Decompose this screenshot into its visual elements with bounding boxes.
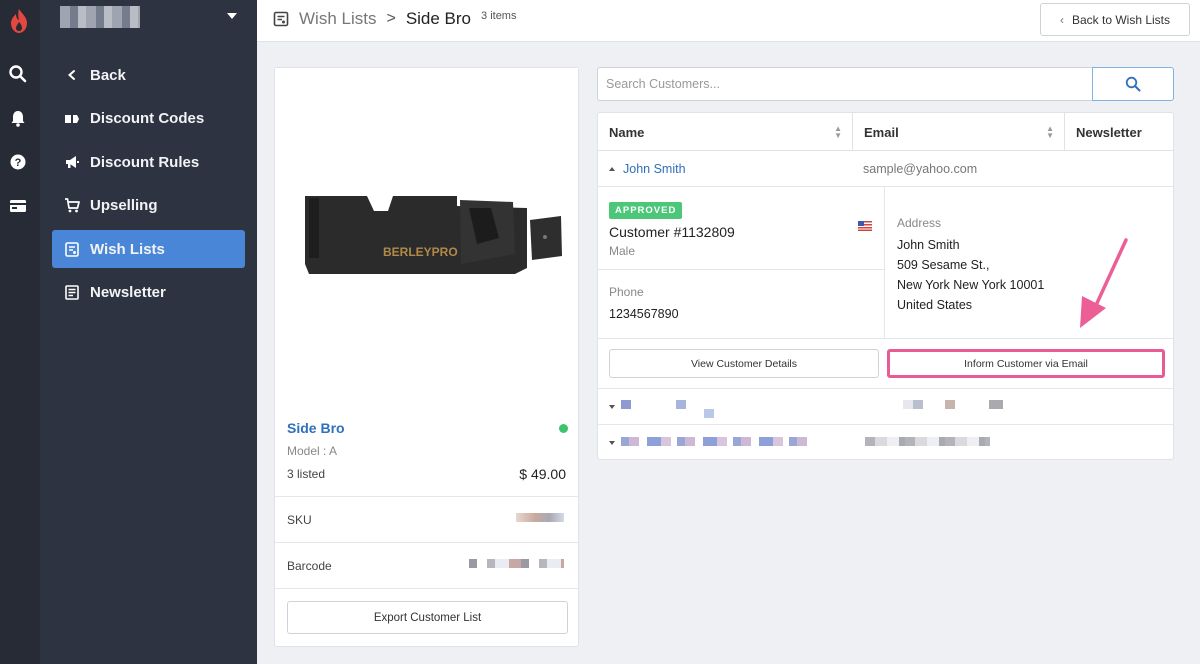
store-name-redacted <box>60 6 140 28</box>
address-line: New York New York 10001 <box>897 278 1045 292</box>
divider <box>275 542 578 543</box>
register-icon[interactable] <box>8 196 28 216</box>
page-title: Side Bro <box>405 9 472 28</box>
sidebar-item-label: Back <box>90 66 126 84</box>
view-customer-details-button[interactable]: View Customer Details <box>609 349 879 378</box>
sku-label: SKU <box>287 513 312 527</box>
svg-text:?: ? <box>15 157 22 169</box>
item-count: 3 items <box>481 10 517 22</box>
customer-search <box>597 67 1174 101</box>
product-card: BERLEYPRO Side Bro Model : A 3 listed $ … <box>274 67 579 647</box>
export-customer-list-button[interactable]: Export Customer List <box>287 601 568 634</box>
customer-name[interactable]: John Smith <box>623 162 686 176</box>
divider <box>598 269 885 270</box>
megaphone-icon <box>64 154 80 170</box>
breadcrumb-separator: > <box>386 10 396 27</box>
product-price: $ 49.00 <box>519 466 566 482</box>
cart-icon <box>64 198 80 214</box>
product-model: Model : A <box>287 444 338 458</box>
inform-customer-via-email-button[interactable]: Inform Customer via Email <box>887 349 1165 378</box>
sidebar-item-upselling[interactable]: Upselling <box>52 187 245 225</box>
redacted-text <box>865 437 990 446</box>
sidebar-item-newsletter[interactable]: Newsletter <box>52 274 245 312</box>
column-header-name[interactable]: Name ▲ ▼ <box>598 113 852 151</box>
sort-icon: ▲ ▼ <box>834 124 842 140</box>
redacted-text <box>621 400 631 409</box>
caret-down-icon <box>227 13 237 19</box>
breadcrumb: Wish Lists > Side Bro 3 items <box>273 9 516 29</box>
sidebar: Back Discount Codes Discount Rules Upsel… <box>40 0 257 664</box>
divider <box>275 496 578 497</box>
customer-gender: Male <box>609 244 636 258</box>
sidebar-nav: Back Discount Codes Discount Rules Upsel… <box>52 56 245 317</box>
table-row[interactable] <box>598 426 1173 461</box>
store-switcher[interactable] <box>40 0 257 42</box>
search-icon <box>1125 76 1141 92</box>
address-line: 509 Sesame St., <box>897 258 990 272</box>
sort-icon: ▲ ▼ <box>1046 124 1054 140</box>
phone-label: Phone <box>609 285 644 299</box>
product-name[interactable]: Side Bro <box>287 420 345 436</box>
address-line: United States <box>897 298 973 312</box>
table-row[interactable] <box>598 390 1173 425</box>
back-to-wish-lists-label: Back to Wish Lists <box>1071 12 1171 27</box>
customer-id: Customer #1132809 <box>609 224 735 240</box>
barcode-label: Barcode <box>287 559 332 573</box>
back-to-wish-lists-button[interactable]: ‹ Back to Wish Lists <box>1040 3 1190 36</box>
sidebar-item-label: Newsletter <box>90 284 166 301</box>
sidebar-item-discount-rules[interactable]: Discount Rules <box>52 143 245 181</box>
sidebar-item-label: Wish Lists <box>90 240 165 258</box>
sidebar-item-back[interactable]: Back <box>52 56 245 94</box>
sidebar-item-label: Discount Codes <box>90 110 205 127</box>
chevron-left-icon <box>64 67 80 83</box>
wishlist-icon <box>64 241 80 257</box>
phone-value: 1234567890 <box>609 307 679 321</box>
newsletter-icon <box>64 285 80 301</box>
chevron-left-icon: ‹ <box>1059 12 1064 27</box>
customer-info: APPROVED Customer #1132809 Male Phone 12… <box>598 187 885 338</box>
redacted-text <box>676 400 686 409</box>
stock-status-dot <box>559 424 568 433</box>
divider <box>275 588 578 589</box>
sku-value-redacted <box>516 513 564 522</box>
sidebar-item-label: Discount Rules <box>90 153 200 171</box>
caret-up-icon[interactable] <box>609 167 615 171</box>
svg-text:BERLEYPRO: BERLEYPRO <box>383 245 458 259</box>
search-input[interactable] <box>597 67 1093 101</box>
bell-icon[interactable] <box>8 108 28 128</box>
app-rail: ? <box>0 0 40 664</box>
status-badge: APPROVED <box>609 202 683 219</box>
sidebar-item-discount-codes[interactable]: Discount Codes <box>52 100 245 138</box>
product-listed-count: 3 listed <box>287 467 326 481</box>
caret-down-icon[interactable] <box>609 405 615 409</box>
help-icon[interactable]: ? <box>8 152 28 172</box>
wishlist-icon <box>273 11 289 27</box>
customer-actions: View Customer Details Inform Customer vi… <box>598 338 1173 389</box>
sidebar-item-wish-lists[interactable]: Wish Lists <box>52 230 245 268</box>
product-image: BERLEYPRO <box>275 68 578 398</box>
address-line: John Smith <box>897 238 960 252</box>
customer-email: sample@yahoo.com <box>863 162 978 176</box>
address-label: Address <box>897 216 942 230</box>
tag-icon <box>64 111 80 127</box>
column-header-email[interactable]: Email ▲ ▼ <box>853 113 1064 151</box>
barcode-value-redacted <box>469 559 564 568</box>
page-header: Wish Lists > Side Bro 3 items ‹ Back to … <box>257 0 1200 42</box>
table-header: Name ▲ ▼ Email ▲ ▼ Newsletter <box>598 113 1173 151</box>
sidebar-item-label: Upselling <box>90 197 158 214</box>
breadcrumb-wish-lists[interactable]: Wish Lists <box>299 9 376 29</box>
redacted-text <box>704 409 714 418</box>
column-header-newsletter[interactable]: Newsletter <box>1065 113 1173 151</box>
caret-down-icon[interactable] <box>609 441 615 445</box>
us-flag-icon <box>858 221 872 231</box>
redacted-text <box>621 437 811 446</box>
redacted-text <box>903 400 1003 409</box>
logo-icon[interactable] <box>8 8 30 34</box>
search-icon[interactable] <box>8 64 28 84</box>
search-button[interactable] <box>1092 67 1174 101</box>
table-row[interactable]: John Smith sample@yahoo.com <box>598 152 1173 187</box>
annotation-arrow-icon <box>1080 238 1128 328</box>
